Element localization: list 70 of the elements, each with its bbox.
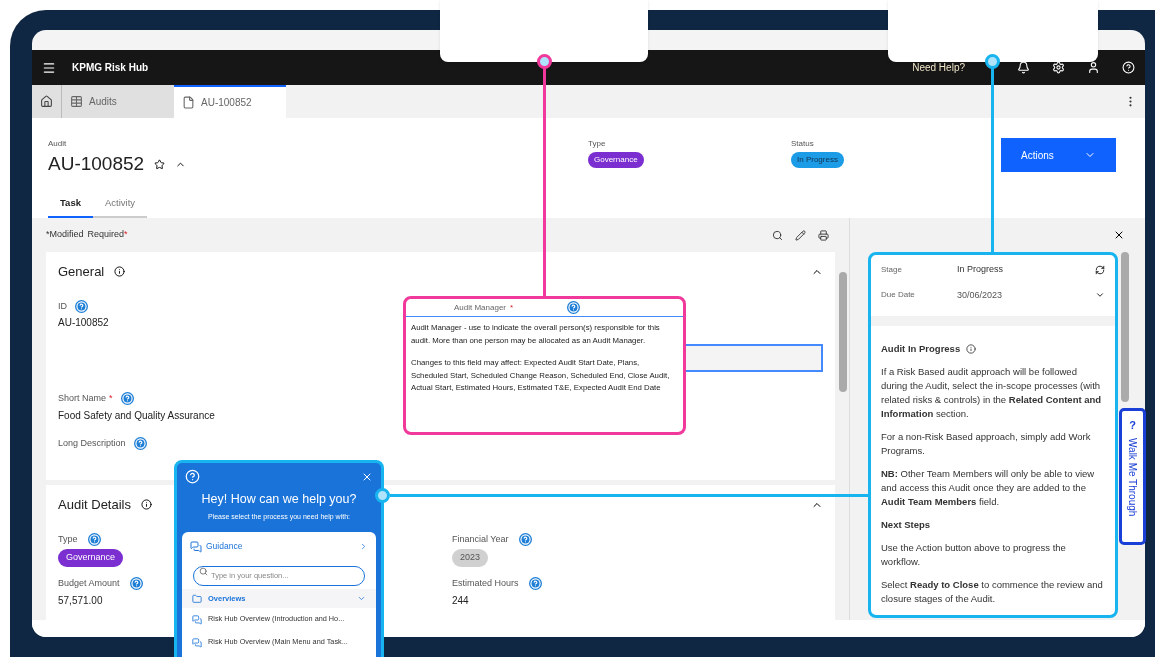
field-value: Food Safety and Quality Assurance xyxy=(58,408,215,423)
field-label: Due Date xyxy=(881,289,916,302)
field-value: In Progress xyxy=(957,263,1004,276)
scrollbar[interactable] xyxy=(1121,252,1129,402)
bell-icon[interactable] xyxy=(1017,61,1030,74)
walk-me-through-tab[interactable]: ? Walk Me Through xyxy=(1119,408,1146,545)
folder-icon xyxy=(192,593,202,604)
field-label: ID xyxy=(58,299,67,313)
field-label: Type xyxy=(58,532,78,546)
field-label: Status xyxy=(791,138,815,150)
chat-icon xyxy=(190,540,202,553)
section-title: Audit Details xyxy=(58,496,131,514)
chat-icon xyxy=(192,637,202,648)
required-mark: * xyxy=(124,228,128,242)
home-tab[interactable] xyxy=(32,85,62,118)
refresh-icon[interactable] xyxy=(1095,264,1105,275)
guidance-paragraph: Use the Action button above to progress the workflow. xyxy=(881,541,1067,569)
nav-tab[interactable]: Audits xyxy=(62,85,174,118)
caret-icon xyxy=(357,594,366,603)
guidance-paragraph: If a Risk Based audit approach will be followed during the Audit, select the in-scope processes (with related risks & controls) in the Related Content and Information section. xyxy=(881,365,1103,421)
search-icon xyxy=(199,566,208,576)
settings-icon[interactable] xyxy=(1052,61,1065,74)
guidance-paragraph: Select Ready to Close to commence the review and closure stages of the Audit. xyxy=(881,578,1104,606)
field-label: Estimated Hours xyxy=(452,576,519,590)
field-label: Audit Manager * xyxy=(454,301,514,314)
actions-button[interactable]: Actions xyxy=(1001,138,1116,172)
search-icon[interactable] xyxy=(772,229,783,241)
legend-modified: *Modified xyxy=(46,228,84,242)
help-icon xyxy=(185,469,200,484)
field-label: Financial Year xyxy=(452,532,509,546)
star-icon[interactable] xyxy=(154,158,166,170)
info-icon[interactable] xyxy=(114,266,126,278)
document-icon xyxy=(182,96,195,109)
user-icon[interactable] xyxy=(1087,61,1100,74)
scrollbar[interactable] xyxy=(839,272,847,392)
guidance-paragraph: NB: Other Team Members will only be able to view and access this Audit once they are added to the Audit Team Members field. xyxy=(881,467,1096,509)
tag: Governance xyxy=(58,549,124,567)
widget-title: Hey! How can we help you? xyxy=(200,491,358,508)
field-label: Long Description xyxy=(58,436,126,450)
help-icon[interactable] xyxy=(1122,61,1135,74)
field-label: Budget Amount xyxy=(58,576,120,590)
chat-icon xyxy=(192,614,202,625)
home-icon xyxy=(40,95,53,108)
chevron-icon xyxy=(359,542,368,552)
field-value: 244 xyxy=(452,594,469,608)
printer-icon[interactable] xyxy=(818,229,829,241)
field-label: Short Name * xyxy=(58,392,113,405)
info-icon[interactable] xyxy=(141,499,152,511)
record-id: AU-100852 xyxy=(48,152,145,176)
pencil-icon[interactable] xyxy=(795,229,806,241)
record-kind: Audit xyxy=(48,138,68,150)
section-title: General xyxy=(58,263,105,281)
field-value: 57,571.00 xyxy=(58,594,103,608)
field-value: 30/06/2023 xyxy=(957,288,1003,302)
table-icon xyxy=(70,95,83,108)
field-label: Stage xyxy=(881,263,903,276)
guidance-paragraph: For a non-Risk Based approach, simply add Work Programs. xyxy=(881,430,1092,458)
guidance-link[interactable]: Guidance xyxy=(182,532,376,553)
app-title: KPMG Risk Hub xyxy=(72,61,149,75)
type-tag: Governance xyxy=(588,152,644,168)
field-value: AU-100852 xyxy=(58,316,109,330)
nav-tab[interactable]: AU-100852 xyxy=(174,85,286,118)
field-label: Type xyxy=(588,138,607,150)
close-icon[interactable] xyxy=(1113,229,1125,241)
tag: 2023 xyxy=(452,549,489,567)
help-link[interactable]: Need Help? xyxy=(912,60,965,75)
guidance-heading: Next Steps xyxy=(881,518,932,532)
menu-icon[interactable] xyxy=(42,60,56,75)
status-tag: In Progress xyxy=(791,152,844,168)
guidance-title: Audit In Progress xyxy=(881,342,961,356)
